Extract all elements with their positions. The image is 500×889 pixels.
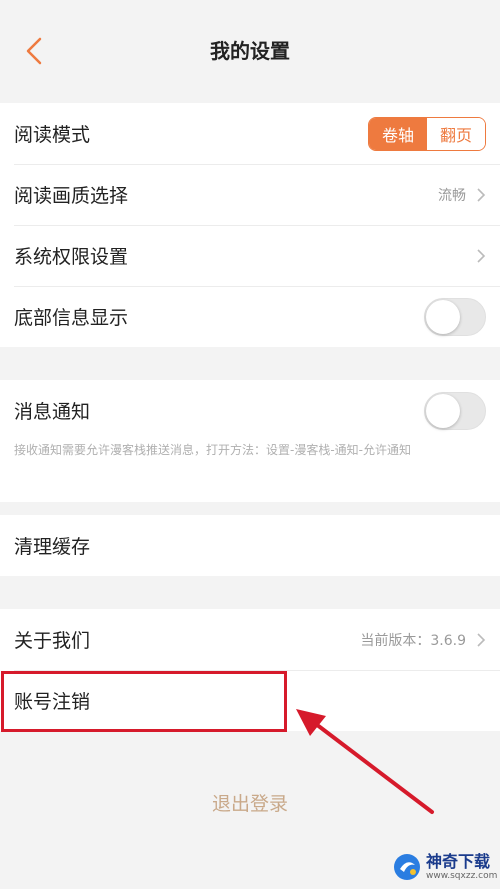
segment-scroll[interactable]: 卷轴 [369, 117, 427, 150]
row-image-quality[interactable]: 阅读画质选择 流畅 [0, 164, 500, 225]
chevron-right-icon [477, 187, 486, 202]
version-value: 当前版本：3.6.9 [360, 632, 466, 649]
row-reading-mode: 阅读模式 卷轴 翻页 [0, 103, 500, 164]
toggle-knob [426, 299, 460, 334]
nav-header: 我的设置 [0, 0, 500, 102]
annotation-arrow-icon [296, 709, 434, 814]
reading-mode-segmented-control[interactable]: 卷轴 翻页 [368, 116, 486, 151]
row-notifications: 消息通知 [0, 380, 500, 441]
row-system-permissions[interactable]: 系统权限设置 [0, 225, 500, 286]
row-bottom-info: 底部信息显示 [0, 286, 500, 347]
notifications-toggle[interactable] [424, 391, 486, 430]
row-label: 关于我们 [14, 630, 91, 652]
chevron-right-icon [477, 248, 486, 263]
quality-value: 流畅 [438, 187, 466, 204]
settings-group-cache: 清理缓存 [0, 515, 500, 576]
row-clear-cache[interactable]: 清理缓存 [0, 515, 500, 576]
settings-group-reading: 阅读模式 卷轴 翻页 阅读画质选择 流畅 系统权限设置 底部信息显示 [0, 103, 500, 347]
row-label: 清理缓存 [14, 536, 91, 558]
annotation-highlight-box [1, 671, 287, 732]
notification-hint-text: 接收通知需要允许漫客栈推送消息，打开方法：设置-漫客栈-通知-允许通知 [14, 443, 411, 457]
segment-page-flip[interactable]: 翻页 [427, 117, 485, 150]
watermark-text: 神奇下载 www.sqxzz.com [426, 851, 498, 882]
watermark: 神奇下载 www.sqxzz.com [392, 845, 500, 889]
watermark-title: 神奇下载 [426, 851, 491, 871]
row-label: 阅读画质选择 [14, 185, 129, 207]
watermark-logo-icon [394, 854, 420, 880]
row-label: 底部信息显示 [14, 307, 129, 329]
row-about-us[interactable]: 关于我们 当前版本：3.6.9 [0, 609, 500, 670]
row-label: 阅读模式 [14, 124, 91, 146]
bottom-info-toggle[interactable] [424, 297, 486, 336]
toggle-knob [426, 393, 460, 428]
chevron-right-icon [477, 632, 486, 647]
row-label: 消息通知 [14, 401, 91, 423]
settings-group-notifications: 消息通知 [0, 380, 500, 502]
watermark-url: www.sqxzz.com [426, 870, 498, 881]
page-title: 我的设置 [210, 39, 290, 63]
row-label: 系统权限设置 [14, 246, 129, 268]
